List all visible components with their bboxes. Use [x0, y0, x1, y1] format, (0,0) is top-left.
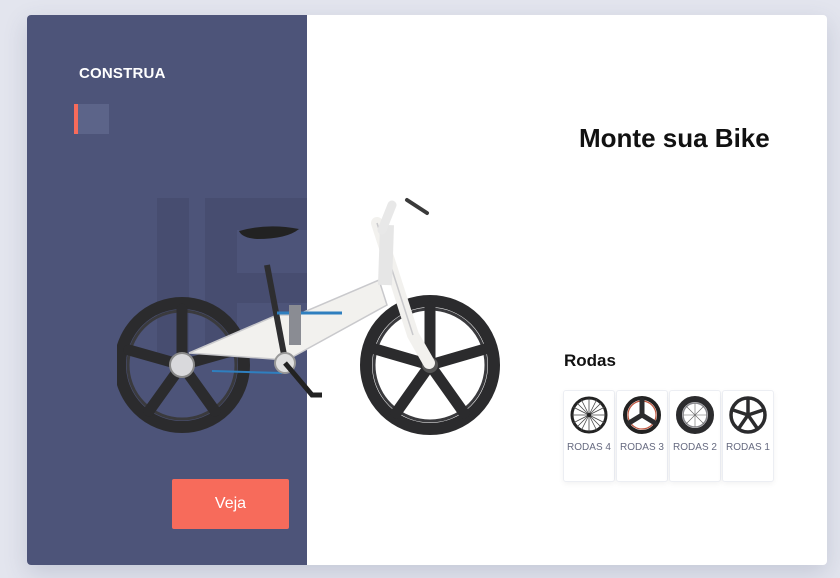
brand-title: CONSTRUA — [79, 65, 166, 82]
builder-card: CONSTRUA Veja Monte sua Bike Rodas RODAS… — [27, 15, 827, 565]
wheel-option-2[interactable]: RODAS 2 — [669, 390, 721, 482]
wheel-option-4[interactable]: RODAS 4 — [563, 390, 615, 482]
wheel-option-label: RODAS 3 — [620, 442, 664, 453]
wheel-deep-rim-icon — [676, 396, 714, 434]
wheel-tri-spoke-icon — [623, 396, 661, 434]
slide-indicator — [74, 104, 109, 134]
wheel-option-label: RODAS 4 — [567, 442, 611, 453]
slide-indicator-bar — [74, 104, 78, 134]
wheel-option-1[interactable]: RODAS 1 — [722, 390, 774, 482]
wheel-spoked-icon — [570, 396, 608, 434]
wheel-option-label: RODAS 2 — [673, 442, 717, 453]
wheel-option-label: RODAS 1 — [726, 442, 770, 453]
wheel-five-spoke-icon — [729, 396, 767, 434]
wheels-section-title: Rodas — [564, 351, 616, 370]
rear-wheel — [117, 297, 250, 433]
wheel-options: RODAS 4 RODAS 3 RODAS 2 RODAS 1 — [563, 390, 774, 482]
bike-image — [117, 198, 500, 435]
page-title: Monte sua Bike — [579, 123, 770, 153]
bike-saddle — [239, 226, 299, 239]
wheel-option-3[interactable]: RODAS 3 — [616, 390, 668, 482]
view-button[interactable]: Veja — [172, 479, 289, 529]
bike-frame — [188, 198, 435, 398]
